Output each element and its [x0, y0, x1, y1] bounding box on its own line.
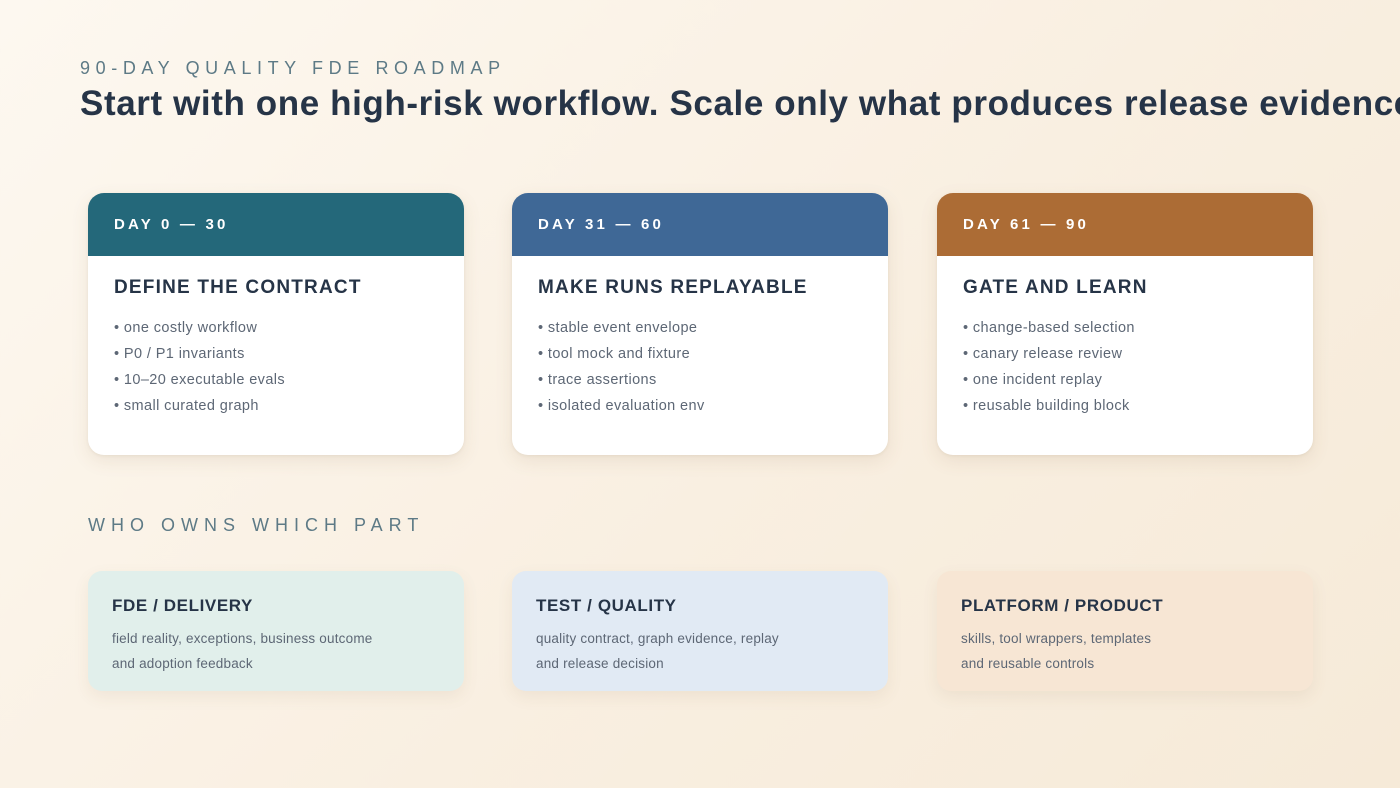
- phase-checklist: • stable event envelope • tool mock and …: [538, 315, 888, 419]
- phase-checklist: • one costly workflow • P0 / P1 invarian…: [114, 315, 464, 419]
- owner-description-line: quality contract, graph evidence, replay: [536, 631, 779, 646]
- phase-title: MAKE RUNS REPLAYABLE: [538, 277, 808, 298]
- phase-card-day-0-30: DAY 0 — 30 DEFINE THE CONTRACT • one cos…: [88, 193, 464, 455]
- phase-title: GATE AND LEARN: [963, 277, 1148, 298]
- phase-checklist: • change-based selection • canary releas…: [963, 315, 1313, 419]
- owner-card-platform-product: PLATFORM / PRODUCT skills, tool wrappers…: [937, 571, 1313, 691]
- owner-title: TEST / QUALITY: [536, 596, 677, 615]
- roadmap-eyebrow: 90-DAY QUALITY FDE ROADMAP: [80, 58, 506, 78]
- owner-card-fde-delivery: FDE / DELIVERY field reality, exceptions…: [88, 571, 464, 691]
- owner-description-line: and adoption feedback: [112, 656, 253, 671]
- owner-title: FDE / DELIVERY: [112, 596, 253, 615]
- phase-item: • stable event envelope: [538, 320, 698, 336]
- phase-item: • small curated graph: [114, 398, 259, 414]
- owner-description: quality contract, graph evidence, replay…: [536, 626, 864, 676]
- phase-item: • canary release review: [963, 346, 1123, 362]
- owner-description-line: and reusable controls: [961, 656, 1095, 671]
- owner-description-line: and release decision: [536, 656, 664, 671]
- owner-title: PLATFORM / PRODUCT: [961, 596, 1164, 615]
- owner-description-line: skills, tool wrappers, templates: [961, 631, 1152, 646]
- phase-header-band: DAY 31 — 60: [512, 193, 888, 256]
- phase-item: • reusable building block: [963, 398, 1130, 414]
- phase-item: • 10–20 executable evals: [114, 372, 286, 388]
- phase-item: • change-based selection: [963, 320, 1135, 336]
- phase-item: • one incident replay: [963, 372, 1103, 388]
- phase-item: • isolated evaluation env: [538, 398, 705, 414]
- phase-item: • trace assertions: [538, 372, 657, 388]
- phase-item: • P0 / P1 invariants: [114, 346, 245, 362]
- phase-item: • tool mock and fixture: [538, 346, 691, 362]
- owner-card-test-quality: TEST / QUALITY quality contract, graph e…: [512, 571, 888, 691]
- phase-item: • one costly workflow: [114, 320, 258, 336]
- phase-header-band: DAY 61 — 90: [937, 193, 1313, 256]
- owner-description: skills, tool wrappers, templates and reu…: [961, 626, 1289, 676]
- phase-header-band: DAY 0 — 30: [88, 193, 464, 256]
- phase-card-day-31-60: DAY 31 — 60 MAKE RUNS REPLAYABLE • stabl…: [512, 193, 888, 455]
- owners-section-label: WHO OWNS WHICH PART: [88, 515, 425, 535]
- page-headline: Start with one high-risk workflow. Scale…: [80, 84, 1400, 123]
- phase-title: DEFINE THE CONTRACT: [114, 277, 362, 298]
- phase-card-day-61-90: DAY 61 — 90 GATE AND LEARN • change-base…: [937, 193, 1313, 455]
- owner-description-line: field reality, exceptions, business outc…: [112, 631, 373, 646]
- owner-description: field reality, exceptions, business outc…: [112, 626, 440, 676]
